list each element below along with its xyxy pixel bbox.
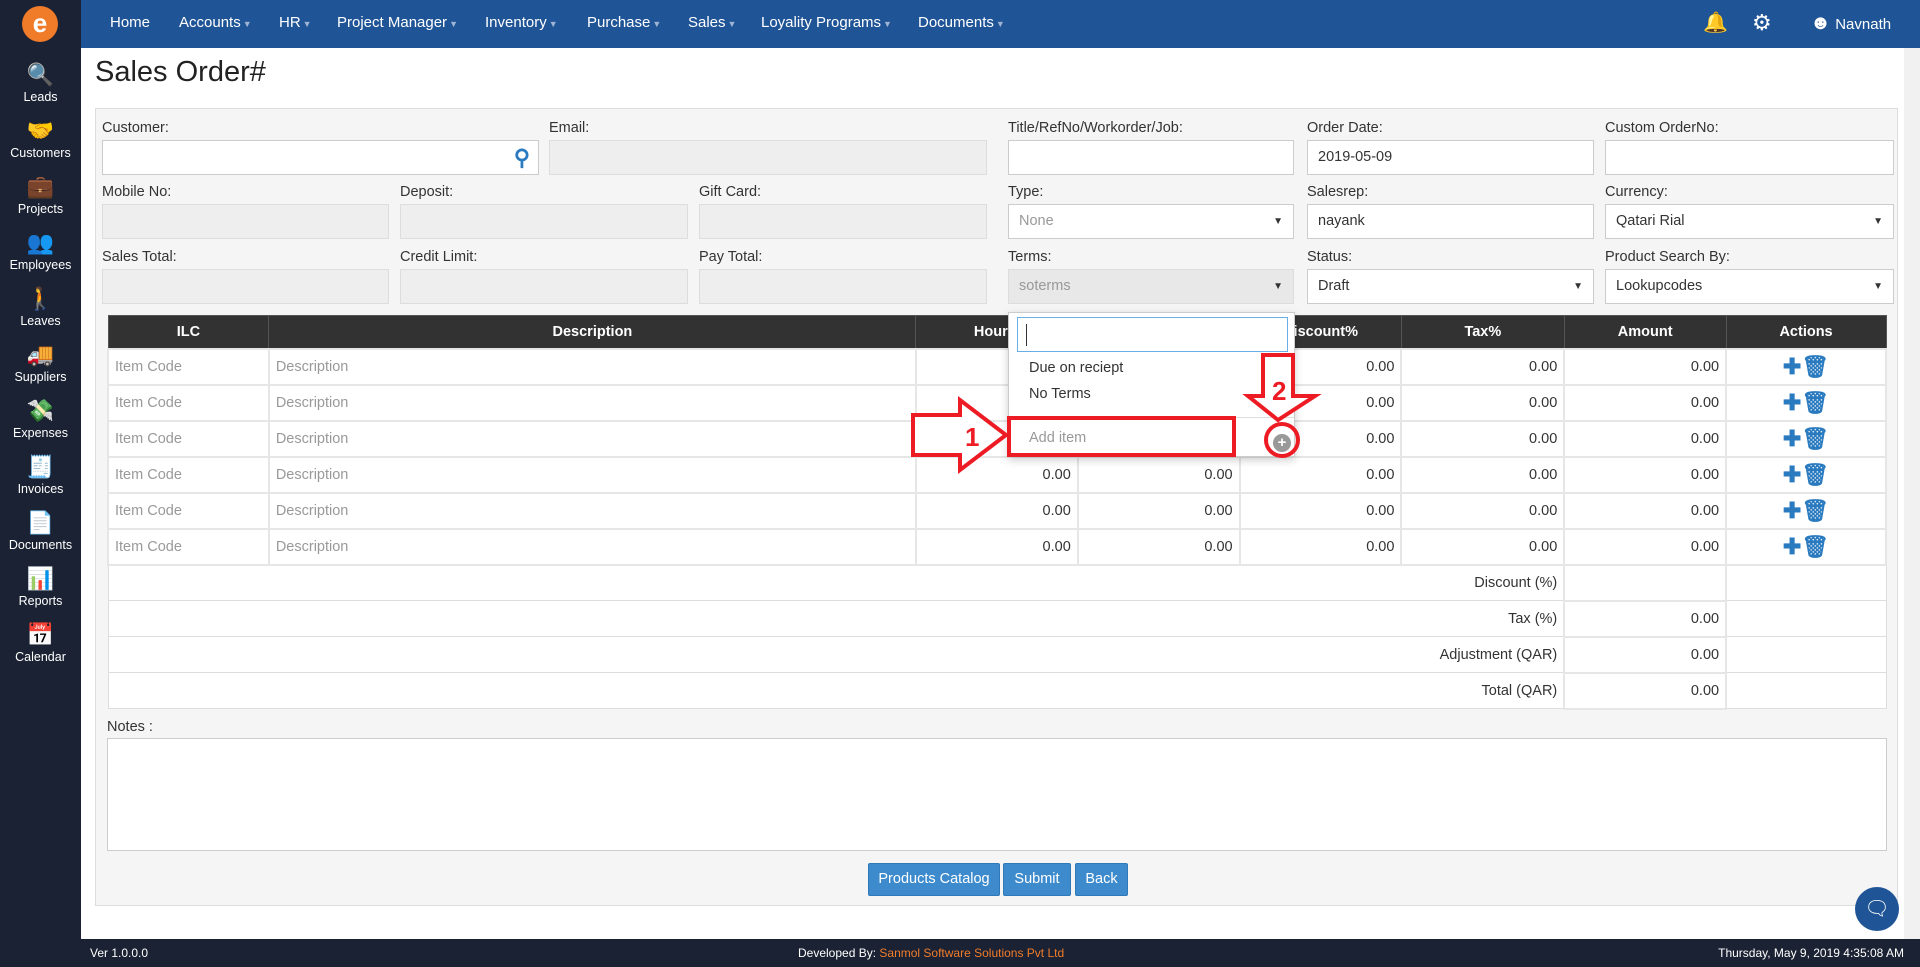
annotation-number-1: 1 bbox=[965, 422, 979, 452]
annotation-number-2: 2 bbox=[1272, 376, 1286, 406]
annotation-overlay: 1 2 bbox=[911, 353, 1322, 475]
annotation-arrow-right bbox=[911, 395, 1010, 475]
annotation-box bbox=[1007, 416, 1236, 457]
annotation-circle bbox=[1264, 422, 1300, 458]
